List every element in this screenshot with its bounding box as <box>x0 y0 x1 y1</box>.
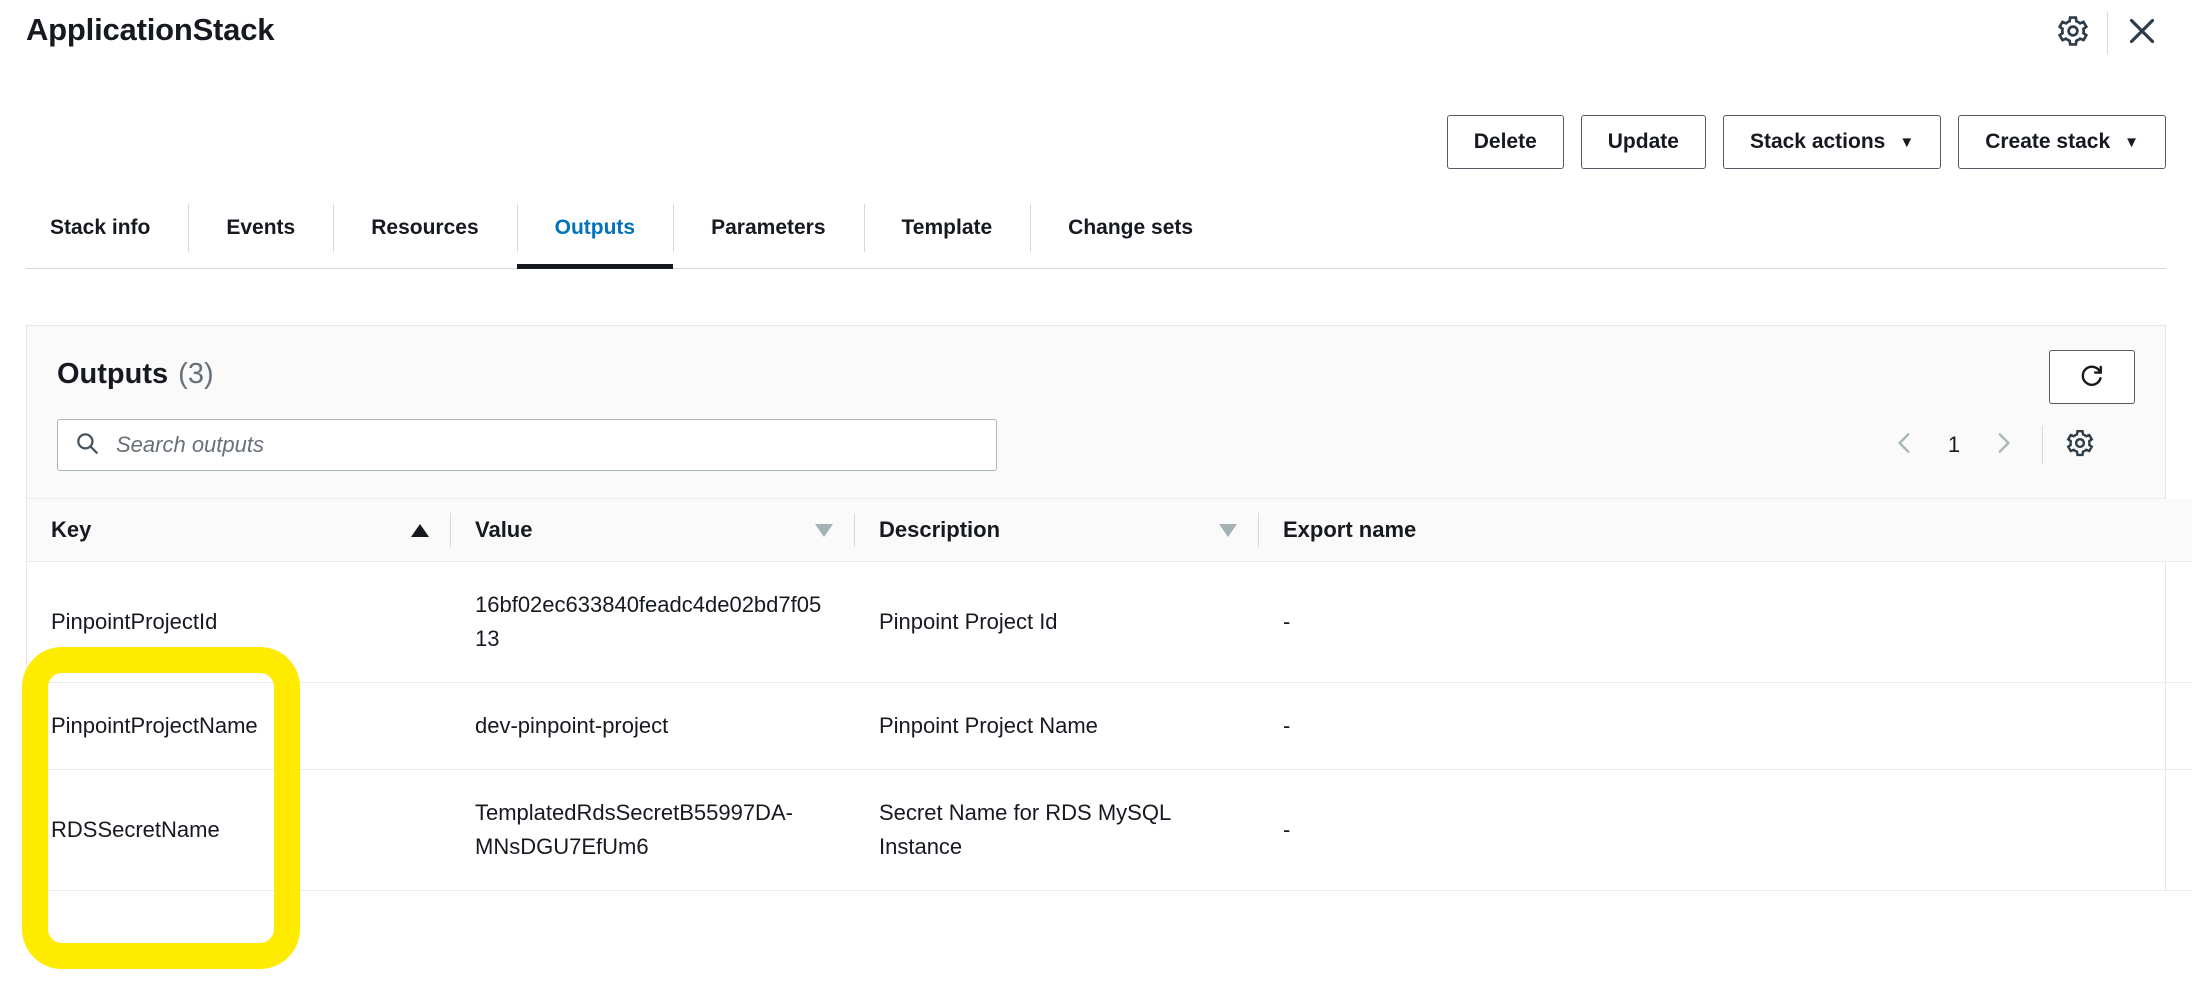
close-icon <box>2124 13 2160 54</box>
create-stack-dropdown-button[interactable]: Create stack ▼ <box>1958 115 2166 169</box>
tab-events[interactable]: Events <box>188 196 333 260</box>
delete-button[interactable]: Delete <box>1447 115 1564 169</box>
outputs-title-row: Outputs (3) <box>57 350 2135 398</box>
update-button-label: Update <box>1608 130 1679 154</box>
tab-bar: Stack info Events Resources Outputs Para… <box>26 196 2166 269</box>
outputs-panel: Outputs (3) <box>26 325 2166 891</box>
chevron-right-icon <box>1990 430 2016 461</box>
stack-actions-dropdown-button[interactable]: Stack actions ▼ <box>1723 115 1941 169</box>
pagination-controls: 1 <box>1878 418 2105 472</box>
tab-events-label: Events <box>226 216 295 240</box>
cell-value: TemplatedRdsSecretB55997DA-MNsDGU7EfUm6 <box>451 770 855 891</box>
column-header-description[interactable]: Description <box>855 499 1259 562</box>
search-outputs-input[interactable] <box>114 431 980 459</box>
cell-export-name: - <box>1259 683 2192 770</box>
stack-actions-toolbar: Delete Update Stack actions ▼ Create sta… <box>1447 115 2166 169</box>
create-stack-label: Create stack <box>1985 130 2110 154</box>
search-outputs-box[interactable] <box>57 419 997 471</box>
column-header-value-label: Value <box>475 517 532 543</box>
cell-value: dev-pinpoint-project <box>451 683 855 770</box>
update-button[interactable]: Update <box>1581 115 1706 169</box>
column-header-export-name-label: Export name <box>1283 517 1416 543</box>
cell-key: PinpointProjectName <box>27 683 451 770</box>
tab-change-sets-label: Change sets <box>1068 216 1193 240</box>
tab-template[interactable]: Template <box>864 196 1031 260</box>
column-header-value[interactable]: Value <box>451 499 855 562</box>
page-number-1[interactable]: 1 <box>1932 432 1976 458</box>
cell-description: Pinpoint Project Name <box>855 683 1259 770</box>
gear-icon <box>2065 428 2095 463</box>
tab-outputs-label: Outputs <box>555 216 635 240</box>
pagination-divider <box>2042 426 2043 464</box>
tab-separator <box>333 204 334 252</box>
outputs-table: Key Value Description <box>27 499 2192 891</box>
outputs-title: Outputs <box>57 358 168 391</box>
tab-separator <box>864 204 865 252</box>
chevron-left-icon <box>1892 430 1918 461</box>
cell-description: Pinpoint Project Id <box>855 562 1259 683</box>
tab-separator <box>673 204 674 252</box>
search-icon <box>74 430 100 461</box>
delete-button-label: Delete <box>1474 130 1537 154</box>
tab-parameters-label: Parameters <box>711 216 825 240</box>
header-divider <box>2107 12 2108 54</box>
table-preferences-button[interactable] <box>2055 418 2105 472</box>
table-row[interactable]: PinpointProjectName dev-pinpoint-project… <box>27 683 2192 770</box>
tab-resources-label: Resources <box>371 216 478 240</box>
column-header-export-name[interactable]: Export name <box>1259 499 2192 562</box>
outputs-table-body: PinpointProjectId 16bf02ec633840feadc4de… <box>27 562 2192 891</box>
refresh-button[interactable] <box>2049 350 2135 404</box>
header-icon-group <box>2045 8 2170 58</box>
refresh-icon <box>2077 360 2107 395</box>
cell-export-name: - <box>1259 770 2192 891</box>
gear-icon <box>2056 14 2090 53</box>
sort-descending-icon <box>815 524 833 537</box>
page-header: ApplicationStack <box>0 0 2192 70</box>
column-header-key-label: Key <box>51 517 91 543</box>
tab-separator <box>517 204 518 252</box>
tab-stack-info[interactable]: Stack info <box>26 196 188 260</box>
next-page-button[interactable] <box>1976 418 2030 472</box>
sort-descending-icon <box>1219 524 1237 537</box>
chevron-down-icon: ▼ <box>1899 135 1914 150</box>
tab-resources[interactable]: Resources <box>333 196 516 260</box>
tab-template-label: Template <box>902 216 993 240</box>
tab-bar-underline <box>26 268 2166 269</box>
tab-outputs[interactable]: Outputs <box>517 196 673 260</box>
tab-change-sets[interactable]: Change sets <box>1030 196 1231 260</box>
outputs-table-head: Key Value Description <box>27 499 2192 562</box>
outputs-panel-header: Outputs (3) <box>27 326 2165 499</box>
table-header-row: Key Value Description <box>27 499 2192 562</box>
tab-parameters[interactable]: Parameters <box>673 196 863 260</box>
table-row[interactable]: RDSSecretName TemplatedRdsSecretB55997DA… <box>27 770 2192 891</box>
previous-page-button[interactable] <box>1878 418 1932 472</box>
page-title: ApplicationStack <box>26 12 274 48</box>
tab-separator <box>1030 204 1031 252</box>
cell-value: 16bf02ec633840feadc4de02bd7f0513 <box>451 562 855 683</box>
settings-gear-button[interactable] <box>2045 8 2101 58</box>
tab-stack-info-label: Stack info <box>50 216 150 240</box>
cell-export-name: - <box>1259 562 2192 683</box>
stack-actions-label: Stack actions <box>1750 130 1885 154</box>
column-header-description-label: Description <box>879 517 1000 543</box>
column-header-key[interactable]: Key <box>27 499 451 562</box>
close-button[interactable] <box>2114 8 2170 58</box>
outputs-count: (3) <box>178 358 213 391</box>
cell-description: Secret Name for RDS MySQL Instance <box>855 770 1259 891</box>
tab-separator <box>188 204 189 252</box>
table-row[interactable]: PinpointProjectId 16bf02ec633840feadc4de… <box>27 562 2192 683</box>
cell-key: RDSSecretName <box>27 770 451 891</box>
sort-ascending-icon <box>411 524 429 537</box>
cell-key: PinpointProjectId <box>27 562 451 683</box>
chevron-down-icon: ▼ <box>2124 135 2139 150</box>
outputs-filter-row: 1 <box>57 418 2135 472</box>
